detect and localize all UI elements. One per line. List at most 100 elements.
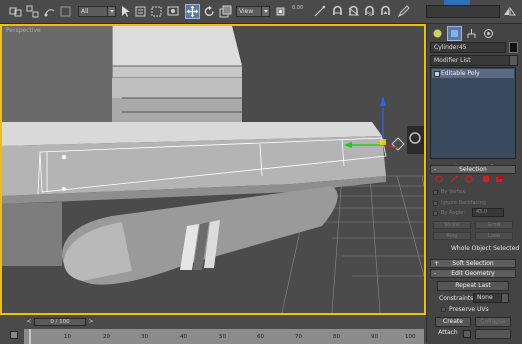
separator-icon [58,4,73,19]
by-vertex-checkbox[interactable]: By Vertex [433,189,465,195]
named-selection-set-field[interactable] [426,5,500,18]
viewport-scene[interactable] [2,26,424,313]
max-ui: All View 0.00 % Perspective Cylinder45 M… [0,0,522,344]
preserve-uvs-label: Preserve UVs [449,306,489,313]
mirror-icon[interactable] [502,4,517,19]
viewport-label[interactable]: Perspective [6,27,41,34]
next-frame-icon[interactable]: > [87,318,95,326]
create-button[interactable]: Create [435,317,471,327]
tick-label: 100 [405,334,416,340]
tick-label: 20 [103,334,110,340]
tick-label: 80 [333,334,340,340]
svg-text:%: % [367,11,373,18]
bind-spacewarp-icon[interactable] [42,4,57,19]
expand-icon: + [434,260,440,267]
chevron-down-icon [107,7,115,16]
vertex-icon[interactable] [435,175,443,183]
by-angle-label: By Angle: [441,210,465,216]
active-selection-indicator [444,0,470,5]
by-angle-spinner[interactable]: 45.0 [472,208,504,217]
object-name-field[interactable]: Cylinder45 [430,42,506,53]
element-icon[interactable] [495,175,503,183]
selection-filter-dropdown[interactable]: All [78,6,116,17]
open-mini-curve-editor-icon[interactable] [10,331,18,339]
preserve-uvs-checkbox[interactable]: Preserve UVs [441,306,489,313]
track-bar[interactable]: 10 20 30 40 50 60 70 80 90 100 [24,329,424,344]
constraints-value: None [477,294,493,301]
ring-button[interactable]: Ring [433,232,471,240]
move-icon[interactable] [185,4,200,19]
time-slider-area: < 0 / 100 > 10 20 30 40 50 60 70 80 90 1… [0,315,426,344]
percent-snap-icon[interactable]: % [362,4,377,19]
selection-rollout-label: Selection [459,166,487,173]
object-color-swatch[interactable] [509,42,518,53]
soft-selection-label: Soft Selection [452,260,494,267]
border-icon[interactable] [465,175,473,183]
repeat-last-button[interactable]: Repeat Last [437,281,509,291]
create-tab-icon[interactable] [430,26,445,41]
selection-filter-value: All [81,8,89,15]
modifier-list-dropdown[interactable]: Modifier List [430,55,518,66]
scale-icon[interactable] [218,4,233,19]
chevron-down-icon [501,294,508,302]
edit-geometry-rollout-header[interactable]: - Edit Geometry [430,269,516,278]
attach-list-icon[interactable] [463,330,471,338]
unlink-icon[interactable] [25,4,40,19]
rect-select-region-icon[interactable] [149,4,164,19]
snap-toggle-icon[interactable] [330,4,345,19]
tick-label: 50 [219,334,226,340]
polygon-icon[interactable] [482,175,490,183]
constraints-dropdown[interactable]: None [473,293,509,303]
modifier-stack[interactable]: Editable Poly [430,67,516,159]
collapse-button[interactable]: Collapse [475,317,511,327]
modifier-list-label: Modifier List [434,57,471,64]
select-object-icon[interactable] [118,4,133,19]
rotate-icon[interactable] [202,4,217,19]
perspective-viewport[interactable]: Perspective [0,24,426,315]
previous-frame-icon[interactable]: < [25,318,33,326]
chevron-down-icon [509,56,517,65]
angle-snap-icon[interactable] [346,4,361,19]
ignore-backfacing-checkbox[interactable]: Ignore Backfacing [433,200,486,206]
chevron-down-icon [261,7,269,16]
soft-selection-rollout-header[interactable]: + Soft Selection [430,259,516,268]
modify-tab-icon[interactable] [447,26,462,41]
tick-label: 10 [64,334,71,340]
tick-label: 30 [141,334,148,340]
select-link-icon[interactable] [8,4,23,19]
motion-tab-icon[interactable] [481,26,496,41]
stack-item-editable-poly[interactable]: Editable Poly [432,69,514,78]
selection-status-text: Whole Object Selected [451,245,520,252]
reference-coordinate-value: View [239,8,254,15]
subobject-level-icons [435,175,515,185]
tick-label: 40 [180,334,187,340]
window-crossing-icon[interactable] [166,4,181,19]
time-slider[interactable]: 0 / 100 [34,318,86,326]
selection-rollout-header[interactable]: - Selection [430,165,516,174]
ignore-backfacing-label: Ignore Backfacing [441,200,486,206]
pivot-center-icon[interactable] [273,4,288,19]
select-manipulate-icon[interactable] [312,4,327,19]
loop-button[interactable]: Loop [475,232,513,240]
detach-button[interactable] [475,329,511,339]
tick-label: 70 [295,334,302,340]
edit-geometry-label: Edit Geometry [451,270,495,277]
spinner-snap-icon[interactable] [378,4,393,19]
command-panel: Cylinder45 Modifier List Editable Poly ⊣… [426,24,522,343]
reference-coordinate-dropdown[interactable]: View [236,6,270,17]
attach-button[interactable]: Attach [435,329,461,339]
shrink-button[interactable]: Shrink [433,221,471,229]
edge-icon[interactable] [450,175,458,183]
tick-label: 60 [257,334,264,340]
hierarchy-tab-icon[interactable] [464,26,479,41]
by-angle-checkbox[interactable]: By Angle: [433,210,465,216]
by-vertex-label: By Vertex [441,189,466,195]
collapse-icon: - [434,270,437,277]
main-toolbar: All View 0.00 % [0,0,522,24]
tick-label: 90 [371,334,378,340]
grow-button[interactable]: Grow [475,221,513,229]
current-frame-marker [29,329,31,344]
edit-named-selection-icon[interactable] [396,4,411,19]
select-by-name-icon[interactable] [133,4,148,19]
collapse-icon: - [434,166,437,173]
